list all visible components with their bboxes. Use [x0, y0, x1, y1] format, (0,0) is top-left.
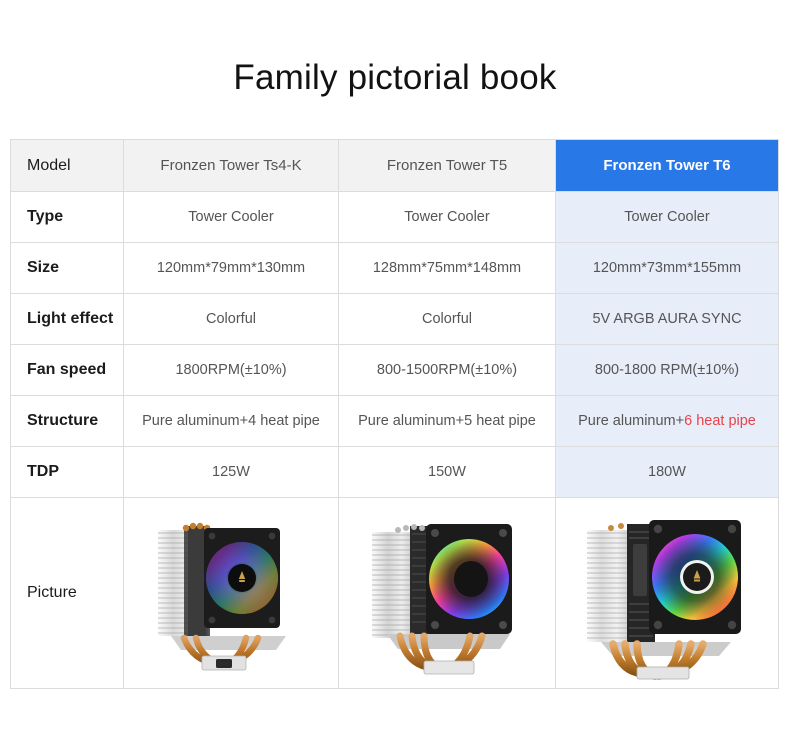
spec-comparison-table: Model Fronzen Tower Ts4-K Fronzen Tower …: [10, 139, 779, 689]
cell-light-effect-3: 5V ARGB AURA SYNC: [555, 293, 779, 345]
header-model-2: Fronzen Tower T5: [338, 139, 556, 192]
cell-picture-1: [123, 497, 339, 689]
row-label-type: Type: [10, 191, 124, 243]
cell-picture-2: [338, 497, 556, 689]
cell-tdp-2: 150W: [338, 446, 556, 498]
row-label-structure: Structure: [10, 395, 124, 447]
cell-size-3: 120mm*73mm*155mm: [555, 242, 779, 294]
row-label-light-effect: Light effect: [10, 293, 124, 345]
cpu-cooler-image-1: [124, 502, 338, 684]
cell-structure-2: Pure aluminum+5 heat pipe: [338, 395, 556, 447]
table-row-type: Type Tower Cooler Tower Cooler Tower Coo…: [10, 191, 779, 243]
cell-structure-3-accent: 6 heat pipe: [684, 413, 756, 429]
cell-type-3: Tower Cooler: [555, 191, 779, 243]
cpu-cooler-ts4k-icon: [158, 522, 286, 671]
cell-light-effect-2: Colorful: [338, 293, 556, 345]
row-label-size: Size: [10, 242, 124, 294]
cell-fan-speed-2: 800-1500RPM(±10%): [338, 344, 556, 396]
cell-structure-1: Pure aluminum+4 heat pipe: [123, 395, 339, 447]
table-row-fan-speed: Fan speed 1800RPM(±10%) 800-1500RPM(±10%…: [10, 344, 779, 396]
table-row-size: Size 120mm*79mm*130mm 128mm*75mm*148mm 1…: [10, 242, 779, 294]
cell-light-effect-1: Colorful: [123, 293, 339, 345]
cell-type-1: Tower Cooler: [123, 191, 339, 243]
table-row-light-effect: Light effect Colorful Colorful 5V ARGB A…: [10, 293, 779, 345]
cpu-cooler-image-2: [339, 502, 555, 684]
row-label-fan-speed: Fan speed: [10, 344, 124, 396]
table-row-tdp: TDP 125W 150W 180W: [10, 446, 779, 498]
cpu-cooler-t5-icon: [372, 524, 512, 675]
row-label-picture: Picture: [10, 497, 124, 689]
cell-fan-speed-3: 800-1800 RPM(±10%): [555, 344, 779, 396]
cell-structure-3-base: Pure aluminum+: [578, 413, 685, 429]
cell-tdp-3: 180W: [555, 446, 779, 498]
page-title: Family pictorial book: [233, 58, 557, 97]
cell-structure-3: Pure aluminum+6 heat pipe: [555, 395, 779, 447]
header-model-3-highlighted: Fronzen Tower T6: [555, 139, 779, 192]
cell-size-2: 128mm*75mm*148mm: [338, 242, 556, 294]
row-label-tdp: TDP: [10, 446, 124, 498]
cell-size-1: 120mm*79mm*130mm: [123, 242, 339, 294]
header-label-model: Model: [10, 139, 124, 192]
cell-tdp-1: 125W: [123, 446, 339, 498]
header-model-1: Fronzen Tower Ts4-K: [123, 139, 339, 192]
pictorial-book-page: Family pictorial book Model Fronzen Towe…: [0, 0, 790, 747]
table-header-row: Model Fronzen Tower Ts4-K Fronzen Tower …: [10, 139, 779, 192]
table-row-picture: Picture: [10, 497, 779, 689]
cpu-cooler-image-3: [556, 502, 778, 684]
cpu-cooler-t6-icon: [587, 520, 741, 680]
cell-fan-speed-1: 1800RPM(±10%): [123, 344, 339, 396]
table-row-structure: Structure Pure aluminum+4 heat pipe Pure…: [10, 395, 779, 447]
cell-type-2: Tower Cooler: [338, 191, 556, 243]
cell-picture-3: [555, 497, 779, 689]
